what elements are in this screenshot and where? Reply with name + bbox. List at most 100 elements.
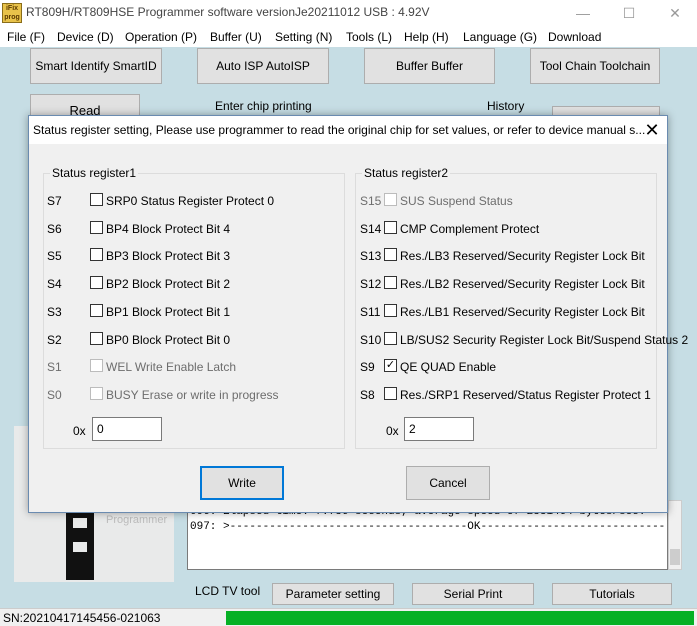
menu-bar: File (F) Device (D) Operation (P) Buffer… [0, 27, 697, 47]
group-label: Status register1 [50, 166, 139, 180]
status-register-dialog: Status register setting, Please use prog… [28, 115, 688, 513]
register-checkbox [90, 359, 103, 373]
parameter-setting-button[interactable]: Parameter setting [272, 583, 394, 605]
register-bit-label: S7 [47, 194, 62, 208]
register-checkbox[interactable] [384, 248, 397, 262]
serial-print-button[interactable]: Serial Print [412, 583, 534, 605]
register-description: Res./LB3 Reserved/Security Register Lock… [400, 249, 645, 264]
register-row: S0 BUSY Erase or write in progress [47, 386, 337, 404]
register-bit-label: S15 [360, 194, 382, 208]
status-register1-hex-input[interactable]: 0 [92, 417, 162, 441]
menu-setting[interactable]: Setting (N) [275, 30, 332, 44]
hex-prefix-label: 0x [73, 424, 86, 438]
register-row: S9 ✓ QE QUAD Enable [360, 358, 650, 376]
hex-prefix-label: 0x [386, 424, 399, 438]
auto-isp-button[interactable]: Auto ISP AutoISP [197, 48, 329, 84]
register-row: S3 BP1 Block Protect Bit 1 [47, 303, 337, 321]
register-bit-label: S13 [360, 249, 382, 264]
register-row: S6 BP4 Block Protect Bit 4 [47, 220, 337, 238]
serial-number: SN:20210417145456-021063 [3, 611, 161, 625]
app-logo-icon: iFix prog [2, 3, 22, 23]
register-description: SRP0 Status Register Protect 0 [106, 194, 275, 208]
register-checkbox [90, 386, 103, 400]
register-bit-label: S6 [47, 221, 62, 236]
close-window-button[interactable]: ✕ [652, 0, 697, 26]
register-row: S10 LB/SUS2 Security Register Lock Bit/Su… [360, 331, 688, 349]
register-bit-label: S2 [47, 332, 62, 347]
buffer-button[interactable]: Buffer Buffer [364, 48, 495, 84]
window-title: RT809H/RT809HSE Programmer software vers… [26, 5, 430, 19]
register-checkbox [384, 193, 397, 206]
register-bit-label: S8 [360, 387, 375, 402]
write-button[interactable]: Write [200, 466, 284, 500]
history-label: History [487, 99, 525, 113]
menu-download[interactable]: Download [548, 30, 601, 44]
log-scroll-thumb[interactable] [670, 549, 680, 565]
register-checkbox[interactable] [90, 220, 103, 234]
cancel-button[interactable]: Cancel [406, 466, 490, 500]
register-checkbox[interactable] [90, 248, 103, 262]
register-description: BP2 Block Protect Bit 2 [106, 277, 231, 292]
register-bit-label: S9 [360, 360, 375, 375]
minimize-button[interactable]: — [560, 0, 606, 26]
lcd-tv-tool-label[interactable]: LCD TV tool [195, 584, 260, 598]
progress-bar [226, 611, 694, 625]
register-checkbox[interactable] [90, 331, 103, 345]
register-bit-label: S12 [360, 277, 382, 292]
toolchain-button[interactable]: Tool Chain Toolchain [530, 48, 660, 84]
register-checkbox[interactable] [384, 276, 397, 290]
menu-device[interactable]: Device (D) [57, 30, 114, 44]
menu-help[interactable]: Help (H) [404, 30, 449, 44]
log-line: 097: >----------------------------------… [190, 521, 667, 533]
register-bit-label: S4 [47, 277, 62, 292]
menu-file[interactable]: File (F) [7, 30, 45, 44]
register-checkbox[interactable] [90, 193, 103, 206]
register-row: S2 BP0 Block Protect Bit 0 [47, 331, 337, 349]
status-register2-hex-input[interactable]: 2 [404, 417, 474, 441]
dialog-title: Status register setting, Please use prog… [33, 123, 646, 137]
chip-watermark-text: Programmer [106, 514, 168, 526]
menu-tools[interactable]: Tools (L) [346, 30, 392, 44]
register-row: S14 CMP Complement Protect [360, 220, 650, 238]
register-checkbox[interactable] [384, 303, 397, 317]
register-bit-label: S14 [360, 221, 382, 236]
maximize-button[interactable]: ☐ [606, 0, 652, 26]
register-description: QE QUAD Enable [400, 360, 497, 375]
dialog-title-bar: Status register setting, Please use prog… [29, 116, 667, 144]
register-description: Res./LB1 Reserved/Security Register Lock… [400, 304, 645, 319]
tutorials-button[interactable]: Tutorials [552, 583, 672, 605]
register-row: S12 Res./LB2 Reserved/Security Register L… [360, 275, 650, 293]
register-row: S1 WEL Write Enable Latch [47, 358, 337, 376]
register-checkbox[interactable]: ✓ [384, 359, 397, 373]
register-bit-label: S1 [47, 360, 62, 375]
register-checkbox[interactable] [90, 303, 103, 317]
register-bit-label: S11 [360, 304, 381, 319]
register-row: S8 Res./SRP1 Reserved/Status Register Pro… [360, 386, 651, 404]
register-description: BUSY Erase or write in progress [106, 387, 279, 402]
register-checkbox[interactable] [384, 220, 397, 234]
register-checkbox[interactable] [90, 276, 103, 290]
register-description: BP1 Block Protect Bit 1 [106, 304, 231, 319]
register-bit-label: S10 [360, 332, 382, 347]
close-icon[interactable]: ✕ [639, 118, 665, 142]
chip-printing-label: Enter chip printing [215, 99, 312, 113]
menu-operation[interactable]: Operation (P) [125, 30, 197, 44]
log-scrollbar[interactable] [668, 500, 682, 570]
group-label: Status register2 [362, 166, 451, 180]
register-bit-label: S5 [47, 249, 62, 264]
smart-identify-button[interactable]: Smart Identify SmartID [30, 48, 162, 84]
register-description: BP0 Block Protect Bit 0 [106, 332, 231, 347]
register-bit-label: S0 [47, 387, 62, 402]
register-row: S15 SUS Suspend Status [360, 192, 650, 210]
menu-buffer[interactable]: Buffer (U) [210, 30, 262, 44]
register-row: S13 Res./LB3 Reserved/Security Register L… [360, 247, 650, 265]
register-description: Res./LB2 Reserved/Security Register Lock… [400, 277, 645, 292]
menu-language[interactable]: Language (G) [463, 30, 537, 44]
register-row: S5 BP3 Block Protect Bit 3 [47, 247, 337, 265]
register-checkbox[interactable] [384, 331, 397, 345]
register-checkbox[interactable] [384, 386, 397, 400]
register-row: S7 SRP0 Status Register Protect 0 [47, 192, 337, 210]
register-description: CMP Complement Protect [400, 221, 540, 236]
register-row: S4 BP2 Block Protect Bit 2 [47, 275, 337, 293]
status-bar: SN:20210417145456-021063 [0, 608, 697, 626]
